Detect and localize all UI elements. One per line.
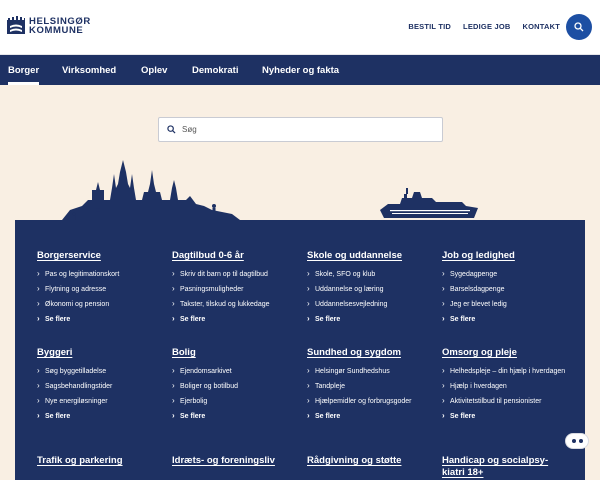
list-item[interactable]: Boliger og botilbud bbox=[172, 382, 302, 392]
list-item[interactable]: Sagsbehandlingstider bbox=[37, 382, 167, 392]
list-item[interactable]: Pas og legitimationskort bbox=[37, 270, 167, 280]
category-title[interactable]: Idræts- og foreningsliv bbox=[172, 455, 302, 467]
list-item[interactable]: Skriv dit barn op til dagtilbud bbox=[172, 270, 302, 280]
list-item[interactable]: Takster, tilskud og lukkedage bbox=[172, 300, 302, 310]
link-ledige-job[interactable]: LEDIGE JOB bbox=[463, 22, 510, 31]
see-more-link[interactable]: Se flere bbox=[172, 412, 302, 422]
category-title[interactable]: Bolig bbox=[172, 347, 302, 359]
list-item[interactable]: Helsingør Sundhedshus bbox=[307, 367, 437, 377]
nav-oplev[interactable]: Oplev bbox=[141, 65, 167, 76]
see-more-link[interactable]: Se flere bbox=[37, 412, 167, 422]
chatbot-button[interactable] bbox=[566, 434, 588, 448]
list-item[interactable]: Pasningsmuligheder bbox=[172, 285, 302, 295]
castle-crest-icon bbox=[7, 16, 25, 34]
nav-demokrati[interactable]: Demokrati bbox=[192, 65, 238, 76]
link-kontakt[interactable]: KONTAKT bbox=[522, 22, 560, 31]
list-item[interactable]: Tandpleje bbox=[307, 382, 437, 392]
category-bolig: Bolig Ejendomsarkivet Boliger og botilbu… bbox=[172, 347, 302, 428]
main-nav: Borger Virksomhed Oplev Demokrati Nyhede… bbox=[0, 55, 600, 85]
list-item[interactable]: Barselsdagpenge bbox=[442, 285, 572, 295]
see-more-link[interactable]: Se flere bbox=[37, 315, 167, 325]
search-bar[interactable] bbox=[158, 117, 443, 142]
logo-line-2: KOMMUNE bbox=[29, 25, 84, 36]
list-item[interactable]: Uddannelse og læring bbox=[307, 285, 437, 295]
nav-nyheder-og-fakta[interactable]: Nyheder og fakta bbox=[262, 65, 339, 76]
header-search-button[interactable] bbox=[566, 14, 592, 40]
list-item[interactable]: Økonomi og pension bbox=[37, 300, 167, 310]
list-item[interactable]: Nye energiløsninger bbox=[37, 397, 167, 407]
list-item[interactable]: Ejendomsarkivet bbox=[172, 367, 302, 377]
link-bestil-tid[interactable]: BESTIL TID bbox=[408, 22, 451, 31]
list-item[interactable]: Ejerbolig bbox=[172, 397, 302, 407]
nav-virksomhed[interactable]: Virksomhed bbox=[62, 65, 116, 76]
category-title[interactable]: Handicap og socialpsy-kiatri 18+ bbox=[442, 455, 562, 479]
search-icon bbox=[167, 125, 176, 134]
list-item[interactable]: Aktivitetstilbud til pensionister bbox=[442, 397, 572, 407]
category-title[interactable]: Trafik og parkering bbox=[37, 455, 167, 467]
category-omsorg: Omsorg og pleje Helhedspleje – din hjælp… bbox=[442, 347, 572, 428]
category-handicap: Handicap og socialpsy-kiatri 18+ bbox=[442, 455, 562, 479]
logo-text: HELSINGØR KOMMUNE bbox=[29, 17, 91, 36]
category-title[interactable]: Omsorg og pleje bbox=[442, 347, 572, 359]
category-byggeri: Byggeri Søg byggetilladelse Sagsbehandli… bbox=[37, 347, 167, 428]
top-header: HELSINGØR KOMMUNE BESTIL TID LEDIGE JOB … bbox=[0, 0, 600, 55]
list-item[interactable]: Sygedagpenge bbox=[442, 270, 572, 280]
castle-and-ferry-illustration bbox=[62, 160, 478, 221]
see-more-link[interactable]: Se flere bbox=[442, 412, 572, 422]
search-input[interactable] bbox=[182, 125, 432, 134]
see-more-link[interactable]: Se flere bbox=[442, 315, 572, 325]
see-more-link[interactable]: Se flere bbox=[307, 315, 437, 325]
list-item[interactable]: Jeg er blevet ledig bbox=[442, 300, 572, 310]
category-sundhed: Sundhed og sygdom Helsingør Sundhedshus … bbox=[307, 347, 437, 428]
logo[interactable]: HELSINGØR KOMMUNE bbox=[7, 16, 91, 36]
see-more-link[interactable]: Se flere bbox=[307, 412, 437, 422]
category-title[interactable]: Sundhed og sygdom bbox=[307, 347, 437, 359]
category-trafik: Trafik og parkering bbox=[37, 455, 167, 467]
category-idraet: Idræts- og foreningsliv bbox=[172, 455, 302, 467]
category-title[interactable]: Byggeri bbox=[37, 347, 167, 359]
see-more-link[interactable]: Se flere bbox=[172, 315, 302, 325]
list-item[interactable]: Helhedspleje – din hjælp i hverdagen bbox=[442, 367, 572, 377]
category-title[interactable]: Borgerservice bbox=[37, 250, 167, 262]
list-item[interactable]: Flytning og adresse bbox=[37, 285, 167, 295]
category-dagtilbud: Dagtilbud 0-6 år Skriv dit barn op til d… bbox=[172, 250, 302, 331]
list-item[interactable]: Skole, SFO og klub bbox=[307, 270, 437, 280]
nav-borger[interactable]: Borger bbox=[8, 65, 40, 85]
category-job: Job og ledighed Sygedagpenge Barselsdagp… bbox=[442, 250, 572, 331]
list-item[interactable]: Søg byggetilladelse bbox=[37, 367, 167, 377]
category-raadgivning: Rådgivning og støtte bbox=[307, 455, 437, 467]
list-item[interactable]: Hjælp i hverdagen bbox=[442, 382, 572, 392]
list-item[interactable]: Hjælpemidler og forbrugsgoder bbox=[307, 397, 437, 407]
category-title[interactable]: Skole og uddannelse bbox=[307, 250, 437, 262]
category-panel: Borgerservice Pas og legitimationskort F… bbox=[15, 220, 585, 480]
top-links: BESTIL TID LEDIGE JOB KONTAKT bbox=[408, 22, 560, 31]
chatbot-eye-icon bbox=[578, 439, 583, 443]
category-title[interactable]: Job og ledighed bbox=[442, 250, 572, 262]
list-item[interactable]: Uddannelsesvejledning bbox=[307, 300, 437, 310]
category-title[interactable]: Rådgivning og støtte bbox=[307, 455, 437, 467]
search-icon bbox=[574, 22, 584, 32]
chatbot-eye-icon bbox=[571, 439, 576, 443]
category-title[interactable]: Dagtilbud 0-6 år bbox=[172, 250, 302, 262]
category-skole: Skole og uddannelse Skole, SFO og klub U… bbox=[307, 250, 437, 331]
category-borgerservice: Borgerservice Pas og legitimationskort F… bbox=[37, 250, 167, 331]
